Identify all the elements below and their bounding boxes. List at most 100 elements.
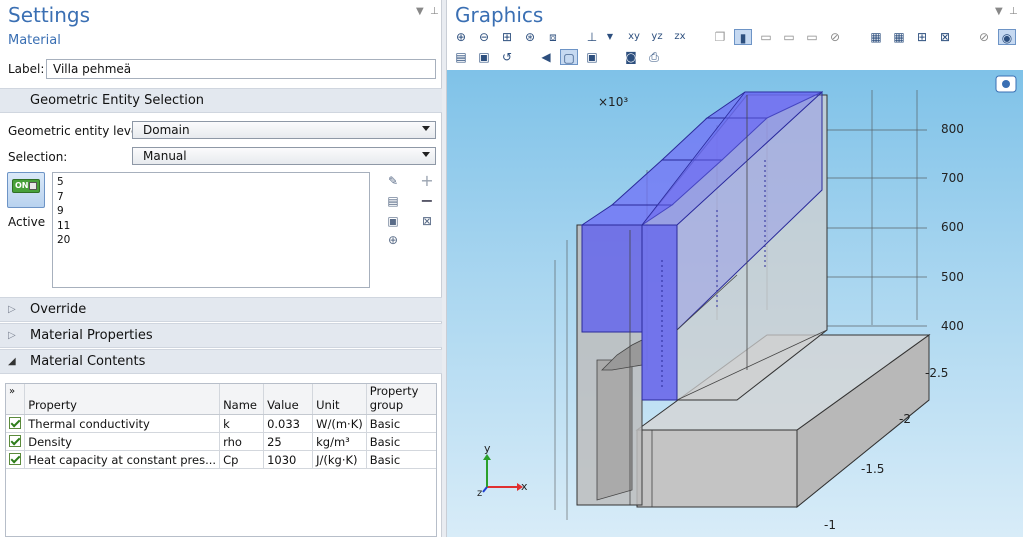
clear-selection-icon[interactable]: ⊘ — [826, 29, 844, 45]
list-item[interactable]: 9 — [57, 204, 365, 219]
list-item[interactable]: 5 — [57, 175, 365, 190]
y-tick-label: -2.5 — [925, 366, 949, 380]
reset-view-icon[interactable]: ↺ — [498, 49, 516, 65]
zoom-to-selection-icon[interactable]: ⊕ — [385, 232, 401, 248]
section-material-contents[interactable]: ◢ Material Contents — [0, 349, 442, 374]
toggle-text: ON — [15, 181, 29, 190]
print-icon[interactable]: ⎙ — [645, 49, 663, 65]
chevron-right-icon: ▷ — [8, 304, 16, 315]
zoom-selected-icon[interactable]: ⊛ — [521, 29, 539, 45]
column-header-unit[interactable]: Unit — [312, 384, 367, 415]
y-tick-label: -1 — [824, 518, 836, 532]
z-tick-label: 800 — [941, 122, 964, 136]
column-header-property-group[interactable]: Property group — [366, 384, 436, 415]
show-grid-icon[interactable]: ⊠ — [936, 29, 954, 45]
selection-list[interactable]: 5 7 9 11 20 — [52, 172, 370, 288]
section-geometric-entity-selection[interactable]: Geometric Entity Selection — [0, 88, 442, 113]
checkbox[interactable] — [6, 432, 26, 451]
checkbox[interactable] — [6, 450, 26, 469]
value-cell[interactable]: 0.033 — [263, 414, 314, 433]
transparency-icon[interactable]: ❐ — [711, 29, 729, 45]
panel-menu-icon[interactable]: ▼ — [416, 6, 424, 17]
zoom-extents-icon[interactable]: ⧈ — [544, 29, 562, 45]
y-tick-label: -1.5 — [861, 462, 885, 476]
default-view-icon[interactable]: ▣ — [475, 49, 493, 65]
name-cell: Cp — [219, 450, 265, 469]
clear-selection-icon[interactable]: ⊠ — [419, 213, 435, 229]
select-points-icon[interactable]: ▭ — [803, 29, 821, 45]
unit-cell: kg/m³ — [312, 432, 367, 451]
transparency-toggle-icon[interactable]: ▢ — [560, 49, 578, 65]
table-row[interactable]: Thermal conductivity k 0.033 W/(m·K) Bas… — [6, 414, 436, 433]
remove-icon[interactable]: − — [419, 193, 435, 209]
select-domains-icon[interactable]: ▮ — [734, 29, 752, 45]
column-header-name[interactable]: Name — [219, 384, 265, 415]
column-header-property[interactable]: Property — [24, 384, 221, 415]
settings-subtitle: Material — [8, 33, 61, 48]
zoom-box-icon[interactable]: ⊞ — [498, 29, 516, 45]
selection-select[interactable]: Manual — [132, 147, 436, 165]
camera-icon[interactable]: ◙ — [622, 49, 640, 65]
section-override[interactable]: ▷ Override — [0, 297, 442, 322]
panel-menu-icon[interactable]: ▼ — [995, 6, 1003, 17]
scene-light-icon[interactable]: ◀ — [537, 49, 555, 65]
add-icon[interactable]: + — [419, 173, 435, 189]
pin-icon[interactable]: ⊥ — [430, 6, 439, 17]
copy-icon[interactable]: ▤ — [385, 193, 401, 209]
section-title: Geometric Entity Selection — [30, 93, 205, 108]
section-material-properties[interactable]: ▷ Material Properties — [0, 323, 442, 348]
chevron-down-icon — [422, 126, 430, 131]
label-caption: Label: — [8, 62, 45, 76]
paste-selection-icon[interactable]: ✎ — [385, 173, 401, 189]
chevron-down-icon[interactable]: ▼ — [601, 29, 619, 45]
list-item[interactable]: 20 — [57, 233, 365, 248]
property-cell: Density — [24, 432, 221, 451]
label-field[interactable]: Villa pehmeä — [46, 59, 436, 79]
wireframe-icon[interactable]: ▦ — [867, 29, 885, 45]
view-zx-icon[interactable]: zx — [671, 29, 689, 45]
graphics-title: Graphics — [455, 3, 544, 27]
table-header-row: » Property Name Value Unit Property grou… — [6, 384, 436, 415]
selection-value: Manual — [143, 149, 187, 163]
render-icon[interactable]: ▦ — [890, 29, 908, 45]
list-item[interactable]: 11 — [57, 219, 365, 234]
table-row[interactable]: Heat capacity at constant pres... Cp 103… — [6, 450, 436, 469]
check-icon — [9, 453, 21, 465]
value-cell[interactable]: 1030 — [263, 450, 314, 469]
check-icon — [9, 417, 21, 429]
grid-icon[interactable]: ⊞ — [913, 29, 931, 45]
value-cell[interactable]: 25 — [263, 432, 314, 451]
paste-icon[interactable]: ▣ — [385, 213, 401, 229]
wireframe-render-icon[interactable]: ▣ — [583, 49, 601, 65]
checkbox[interactable] — [6, 414, 26, 433]
chevron-down-icon — [422, 152, 430, 157]
section-title: Material Contents — [30, 354, 146, 369]
check-icon — [9, 435, 21, 447]
entity-level-select[interactable]: Domain — [132, 121, 436, 139]
view-xy-icon[interactable]: xy — [625, 29, 643, 45]
hide-icon[interactable]: ⊘ — [975, 29, 993, 45]
section-title: Material Properties — [30, 328, 153, 343]
group-cell: Basic — [366, 414, 436, 433]
select-edges-icon[interactable]: ▭ — [780, 29, 798, 45]
active-toggle-button[interactable]: ON — [7, 172, 45, 208]
view-axes-icon[interactable]: ⊥ — [583, 29, 601, 45]
expand-columns-icon[interactable]: » — [6, 384, 26, 415]
column-header-value[interactable]: Value — [263, 384, 314, 415]
select-boundaries-icon[interactable]: ▭ — [757, 29, 775, 45]
view-yz-icon[interactable]: yz — [648, 29, 666, 45]
graphics-viewport[interactable]: ×10³ 800 700 600 500 400 -2.5 -2 -1.5 -1… — [447, 70, 1023, 537]
chevron-down-icon: ◢ — [8, 356, 16, 367]
toggle-view-icon[interactable]: ◉ — [998, 29, 1016, 45]
zoom-in-icon[interactable]: ⊕ — [452, 29, 470, 45]
pin-icon[interactable]: ⊥ — [1009, 6, 1018, 17]
geometry-canvas[interactable] — [447, 70, 1023, 537]
table-row[interactable]: Density rho 25 kg/m³ Basic — [6, 432, 436, 451]
view-settings-icon[interactable]: ▤ — [452, 49, 470, 65]
settings-title: Settings — [8, 3, 91, 27]
zoom-out-icon[interactable]: ⊖ — [475, 29, 493, 45]
entity-level-value: Domain — [143, 123, 190, 137]
group-cell: Basic — [366, 450, 436, 469]
axis-x-label: x — [521, 480, 528, 493]
list-item[interactable]: 7 — [57, 190, 365, 205]
